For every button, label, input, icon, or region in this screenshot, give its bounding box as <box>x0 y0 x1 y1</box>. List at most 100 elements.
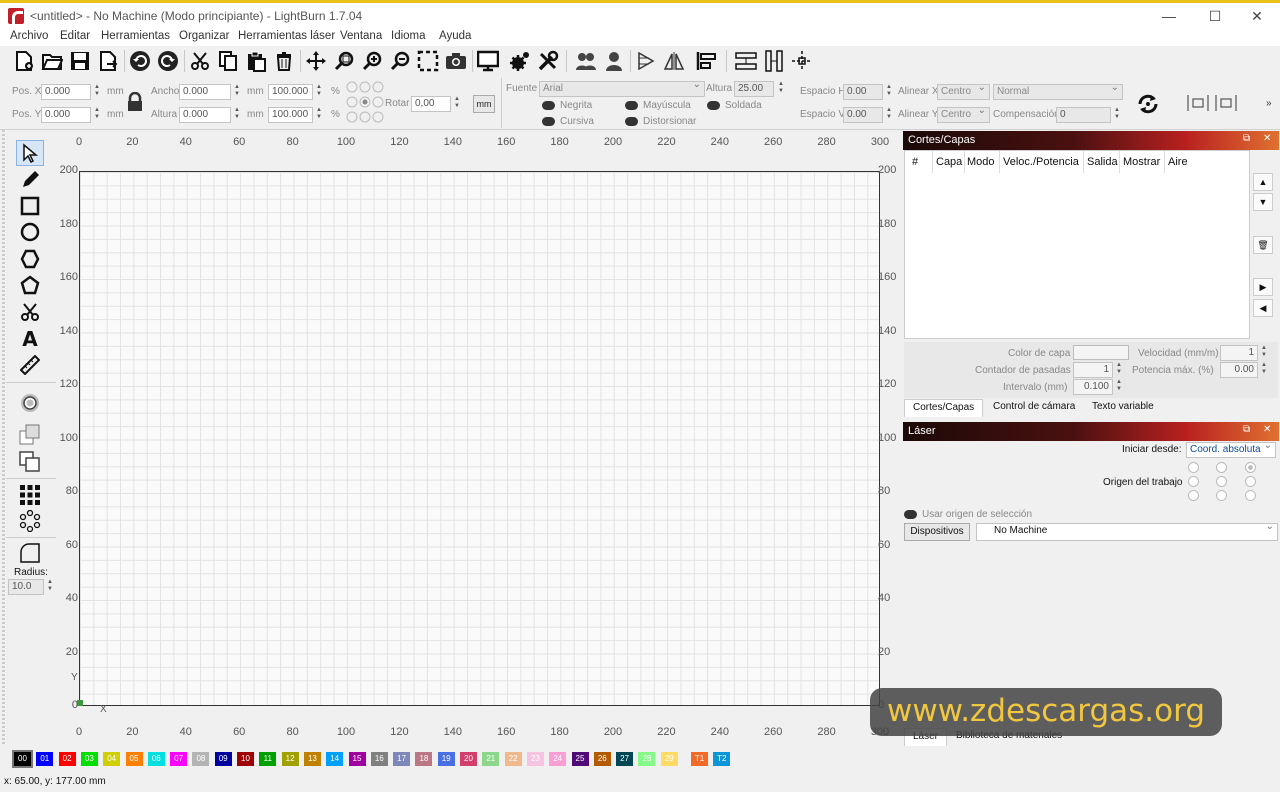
color-swatch-T1[interactable]: T1 <box>691 752 708 766</box>
distribute-vertical-icon[interactable] <box>762 49 786 73</box>
color-swatch-17[interactable]: 17 <box>393 752 411 766</box>
espacio-h-input[interactable]: 0.00 <box>843 84 883 100</box>
ellipse-tool-icon[interactable] <box>16 219 44 245</box>
mm-toggle-button[interactable]: mm <box>473 95 495 113</box>
contador-spinner[interactable]: ▲ ▼ <box>1114 362 1124 378</box>
work-area-grid[interactable] <box>79 171 880 706</box>
posy-spinner[interactable]: ▲ ▼ <box>92 107 102 123</box>
col-number[interactable]: # <box>912 156 918 168</box>
alinear-x-select[interactable]: Centro <box>937 82 990 100</box>
color-swatch-21[interactable]: 21 <box>482 752 500 766</box>
toolbar-overflow-icon[interactable]: » <box>1266 98 1272 109</box>
soldada-toggle[interactable] <box>707 101 720 110</box>
move-icon[interactable] <box>304 49 328 73</box>
intervalo-input[interactable]: 0.100 <box>1073 379 1113 395</box>
color-swatch-T2[interactable]: T2 <box>713 752 731 766</box>
copy-icon[interactable] <box>216 49 240 73</box>
color-swatch-20[interactable]: 20 <box>460 752 477 766</box>
color-swatch-07[interactable]: 07 <box>170 752 188 766</box>
usar-origen-toggle[interactable] <box>904 510 917 519</box>
open-folder-icon[interactable] <box>40 49 64 73</box>
menu-idioma[interactable]: Idioma <box>391 30 426 42</box>
new-file-icon[interactable] <box>12 49 36 73</box>
posx-input[interactable]: 0.000 <box>41 84 91 100</box>
select-tool-icon[interactable] <box>16 140 44 166</box>
menu-herramientas-laser[interactable]: Herramientas láser <box>238 30 335 42</box>
color-swatch-11[interactable]: 11 <box>259 752 277 766</box>
compensacion-input[interactable]: 0 <box>1056 107 1111 123</box>
color-swatch-25[interactable]: 25 <box>571 752 589 766</box>
pct-height-input[interactable]: 100.000 <box>268 107 313 123</box>
select-area-icon[interactable] <box>416 49 440 73</box>
color-swatch-03[interactable]: 03 <box>80 752 98 766</box>
color-swatch-00[interactable]: 00 <box>12 750 33 768</box>
color-swatch-10[interactable]: 10 <box>237 752 254 766</box>
alinear-y-select[interactable]: Centro <box>937 105 990 123</box>
text-height-spinner[interactable]: ▲ ▼ <box>776 81 786 97</box>
tab-cortes-capas[interactable]: Cortes/Capas <box>904 399 984 417</box>
tab-texto-variable[interactable]: Texto variable <box>1084 399 1162 417</box>
dispositivos-button[interactable]: Dispositivos <box>904 523 970 541</box>
col-salida[interactable]: Salida <box>1087 156 1118 168</box>
layer-down-button[interactable]: ▼ <box>1253 193 1273 211</box>
group-icon[interactable] <box>574 49 598 73</box>
monitor-icon[interactable] <box>476 49 500 73</box>
undo-icon[interactable] <box>128 49 152 73</box>
altura-spinner[interactable]: ▲ ▼ <box>232 107 242 123</box>
job-origin-grid[interactable] <box>1188 462 1258 504</box>
color-swatch-16[interactable]: 16 <box>370 752 388 766</box>
rectangle-tool-icon[interactable] <box>16 193 44 219</box>
negrita-toggle[interactable] <box>542 101 555 110</box>
color-swatch-23[interactable]: 23 <box>526 752 544 766</box>
pct-width-input[interactable]: 100.000 <box>268 84 313 100</box>
apply-path-icon[interactable] <box>1136 92 1160 116</box>
save-icon[interactable] <box>68 49 92 73</box>
color-swatch-28[interactable]: 28 <box>638 752 656 766</box>
minimize-button[interactable]: — <box>1146 3 1192 31</box>
boolean-intersect-icon[interactable] <box>16 449 44 475</box>
measure-tool-icon[interactable] <box>16 352 44 378</box>
iniciar-select[interactable]: Coord. absoluta <box>1186 440 1276 458</box>
center-icon[interactable] <box>790 49 814 73</box>
color-swatch-19[interactable]: 19 <box>437 752 455 766</box>
color-swatch-06[interactable]: 06 <box>147 752 165 766</box>
color-swatch-04[interactable]: 04 <box>103 752 121 766</box>
color-swatch-15[interactable]: 15 <box>348 752 366 766</box>
menu-herramientas[interactable]: Herramientas <box>101 30 170 42</box>
settings-gear-icon[interactable] <box>508 49 532 73</box>
color-swatch-01[interactable]: 01 <box>36 752 54 766</box>
export-icon[interactable] <box>96 49 120 73</box>
menu-ventana[interactable]: Ventana <box>340 30 382 42</box>
grid-array-icon[interactable] <box>16 482 44 508</box>
spacing-tools-icon[interactable] <box>1186 93 1238 113</box>
redo-icon[interactable] <box>156 49 180 73</box>
posx-spinner[interactable]: ▲ ▼ <box>92 84 102 100</box>
cut-icon[interactable] <box>188 49 212 73</box>
intervalo-spinner[interactable]: ▲ ▼ <box>1114 379 1124 395</box>
cursiva-toggle[interactable] <box>542 117 555 126</box>
velocidad-input[interactable]: 1 <box>1220 345 1258 361</box>
mayuscula-toggle[interactable] <box>625 101 638 110</box>
zoom-frame-icon[interactable] <box>332 49 356 73</box>
font-select[interactable]: Arial <box>539 79 705 97</box>
close-panel-icon[interactable]: ✕ <box>1263 133 1271 144</box>
color-swatch-18[interactable]: 18 <box>415 752 433 766</box>
lock-icon[interactable] <box>126 91 144 112</box>
color-swatch-09[interactable]: 09 <box>214 752 232 766</box>
expand-left-button[interactable]: ◀ <box>1253 299 1273 317</box>
pct-height-spinner[interactable]: ▲ ▼ <box>314 107 324 123</box>
mirror-vertical-icon[interactable] <box>662 49 686 73</box>
zoom-out-icon[interactable] <box>388 49 412 73</box>
text-tool-icon[interactable]: A <box>16 326 44 352</box>
cuts-layers-table[interactable]: # Capa Modo Veloc./Potencia Salida Mostr… <box>904 150 1250 339</box>
circular-array-icon[interactable] <box>16 508 44 534</box>
delete-icon[interactable] <box>272 49 296 73</box>
anchor-grid[interactable] <box>346 81 384 123</box>
close-button[interactable]: ✕ <box>1234 3 1280 31</box>
velocidad-spinner[interactable]: ▲ ▼ <box>1259 345 1269 361</box>
ancho-spinner[interactable]: ▲ ▼ <box>232 84 242 100</box>
radius-spinner[interactable]: ▲ ▼ <box>45 579 55 595</box>
potencia-input[interactable]: 0.00 <box>1220 362 1258 378</box>
potencia-spinner[interactable]: ▲ ▼ <box>1259 362 1269 378</box>
col-mostrar[interactable]: Mostrar <box>1123 156 1160 168</box>
